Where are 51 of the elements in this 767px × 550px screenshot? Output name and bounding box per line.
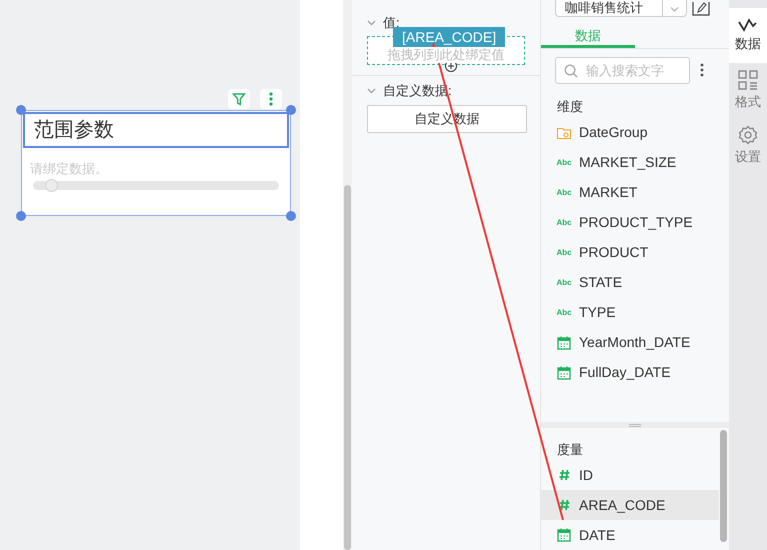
type-label: Abc <box>556 308 572 317</box>
chevron-icon[interactable] <box>367 20 376 26</box>
type-label: Abc <box>556 188 572 197</box>
resize-handle[interactable] <box>286 211 296 221</box>
section-title: 度量 <box>556 441 584 458</box>
type-label: Abc <box>556 278 572 287</box>
field-item[interactable]: YearMonth_DATE <box>541 328 729 358</box>
calendar-icon <box>557 528 571 542</box>
settings-icon <box>738 124 758 145</box>
scrollbar-thumb[interactable] <box>720 430 727 542</box>
caret-icon <box>670 6 679 12</box>
type-label: Abc <box>556 248 572 257</box>
drag-tooltip: [AREA_CODE] <box>393 27 506 47</box>
field-item[interactable]: Abc TYPE <box>541 298 729 328</box>
calendar-icon <box>557 336 571 350</box>
edit-icon[interactable] <box>692 2 710 16</box>
field-item[interactable]: Abc STATE <box>541 268 729 298</box>
side-tab[interactable]: 设置 <box>729 118 767 173</box>
more-icon[interactable] <box>700 63 704 78</box>
search-icon <box>564 64 578 78</box>
field-item[interactable]: DATE <box>541 520 719 550</box>
field-item[interactable]: Abc MARKET_SIZE <box>541 148 729 178</box>
chevron-icon[interactable] <box>367 88 376 94</box>
field-item[interactable]: Abc PRODUCT <box>541 238 729 268</box>
field-item[interactable]: Abc MARKET <box>541 178 729 208</box>
field-item[interactable]: AREA_CODE <box>541 490 719 520</box>
field-item[interactable]: ID <box>541 460 719 490</box>
dataset-select[interactable]: 咖啡销售统计 <box>555 0 687 17</box>
field-item[interactable]: DateGroup <box>541 118 729 148</box>
scrollbar-thumb[interactable] <box>344 185 351 550</box>
side-tab[interactable]: 格式 <box>729 63 767 118</box>
number-type-icon <box>558 469 570 482</box>
filter-icon[interactable] <box>228 89 250 109</box>
line-chart-icon <box>738 18 758 32</box>
resize-handle[interactable] <box>16 105 26 115</box>
field-item[interactable]: FullDay_DATE <box>541 358 729 388</box>
range-slider[interactable] <box>33 180 279 190</box>
grid-icon <box>738 70 758 90</box>
type-label: Abc <box>556 158 572 167</box>
field-item[interactable]: Abc PRODUCT_TYPE <box>541 208 729 238</box>
number-type-icon <box>558 499 570 512</box>
resize-handle[interactable] <box>16 211 26 221</box>
type-label: Abc <box>556 218 572 227</box>
splitter-handle[interactable] <box>541 422 729 428</box>
resize-handle[interactable] <box>286 105 296 115</box>
widget-title: 范围参数 <box>23 112 289 148</box>
calendar-icon <box>557 366 571 380</box>
folder-icon <box>557 126 571 139</box>
section-title: 维度 <box>556 98 584 115</box>
search-field[interactable]: 输入搜索文字 <box>555 56 690 84</box>
side-tab[interactable]: 数据 <box>729 8 767 63</box>
